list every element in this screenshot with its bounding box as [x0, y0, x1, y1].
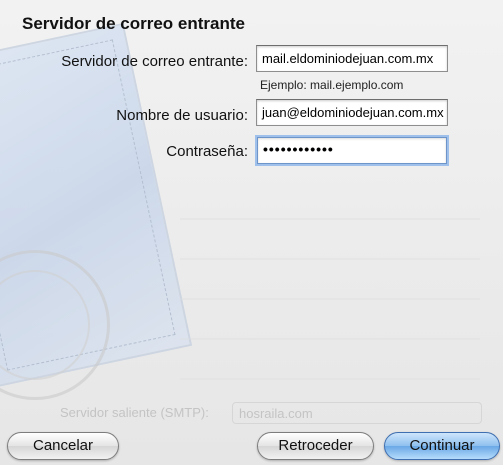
password-input[interactable]: •••••••••••• [257, 137, 447, 164]
continue-button[interactable]: Continuar [384, 432, 500, 460]
password-label: Contraseña: [166, 143, 248, 160]
background-smtp-value: hosraila.com [232, 402, 482, 424]
background-watermark-lines [180, 180, 480, 380]
server-example-hint: Ejemplo: mail.ejemplo.com [260, 78, 404, 92]
username-input[interactable]: juan@eldominiodejuan.com.mx [256, 99, 448, 126]
background-smtp-label: Servidor saliente (SMTP): [60, 405, 209, 420]
background-smtp-row: Servidor saliente (SMTP): hosraila.com [60, 402, 482, 424]
back-button[interactable]: Retroceder [257, 432, 374, 460]
dialog-title: Servidor de correo entrante [22, 14, 245, 33]
server-label: Servidor de correo entrante: [61, 53, 248, 70]
mail-setup-dialog: Servidor saliente (SMTP): hosraila.com S… [0, 0, 503, 465]
incoming-server-input[interactable]: mail.eldominiodejuan.com.mx [256, 45, 448, 72]
username-label: Nombre de usuario: [116, 107, 248, 124]
cancel-button[interactable]: Cancelar [7, 432, 119, 460]
